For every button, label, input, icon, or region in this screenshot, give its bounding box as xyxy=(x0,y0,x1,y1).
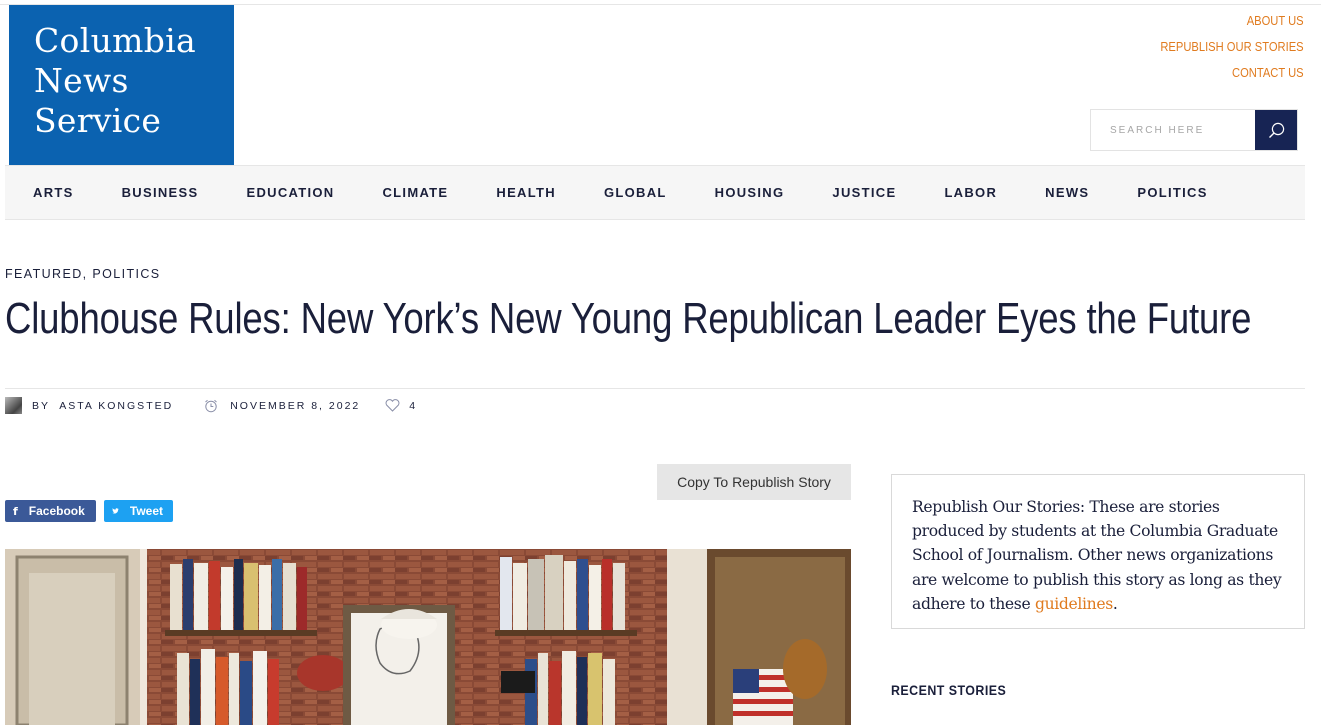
search-button[interactable] xyxy=(1255,110,1297,150)
main-nav: ARTS BUSINESS EDUCATION CLIMATE HEALTH G… xyxy=(5,165,1305,220)
twitter-icon xyxy=(112,508,119,514)
heart-icon xyxy=(385,399,400,412)
nav-item-politics[interactable]: POLITICS xyxy=(1137,185,1207,200)
byline: BY ASTA KONGSTED xyxy=(32,400,173,412)
facebook-label: Facebook xyxy=(28,504,85,518)
nav-item-climate[interactable]: CLIMATE xyxy=(382,185,448,200)
nav-item-business[interactable]: BUSINESS xyxy=(122,185,199,200)
contact-us-link[interactable]: CONTACT US xyxy=(1161,60,1304,86)
likes-counter[interactable]: 4 xyxy=(385,399,417,412)
site-logo[interactable]: Columbia News Service xyxy=(9,5,234,165)
likes-count: 4 xyxy=(409,399,418,412)
republish-our-stories-link[interactable]: REPUBLISH OUR STORIES xyxy=(1161,34,1304,60)
share-buttons: f Facebook Tweet xyxy=(5,500,181,522)
bookshelf-photo xyxy=(5,549,851,725)
logo-line-2: News xyxy=(34,61,129,100)
category-politics[interactable]: POLITICS xyxy=(92,267,160,281)
search-form xyxy=(1090,109,1298,151)
copy-to-republish-button[interactable]: Copy To Republish Story xyxy=(657,464,851,500)
author-avatar[interactable] xyxy=(5,397,22,414)
category-featured[interactable]: FEATURED xyxy=(5,267,83,281)
guidelines-link[interactable]: guidelines xyxy=(1035,595,1113,613)
meta-divider xyxy=(5,388,1305,389)
nav-item-housing[interactable]: HOUSING xyxy=(715,185,785,200)
nav-item-news[interactable]: NEWS xyxy=(1045,185,1089,200)
publish-date: NOVEMBER 8, 2022 xyxy=(204,399,360,413)
article-title: Clubhouse Rules: New York’s New Young Re… xyxy=(5,294,1252,343)
tweet-button[interactable]: Tweet xyxy=(104,500,173,522)
republish-end: . xyxy=(1112,594,1118,613)
utility-links: ABOUT US REPUBLISH OUR STORIES CONTACT U… xyxy=(1137,8,1304,86)
republish-text: Republish Our Stories: These are stories… xyxy=(912,495,1290,616)
nav-item-global[interactable]: GLOBAL xyxy=(604,185,667,200)
facebook-share-button[interactable]: f Facebook xyxy=(5,500,96,522)
category-separator: , xyxy=(82,267,88,281)
search-input[interactable] xyxy=(1091,110,1255,150)
facebook-icon: f xyxy=(13,504,18,518)
nav-item-education[interactable]: EDUCATION xyxy=(246,185,334,200)
tweet-label: Tweet xyxy=(129,504,163,518)
byline-prefix: BY xyxy=(32,399,51,412)
author-link[interactable]: ASTA KONGSTED xyxy=(59,400,173,412)
recent-stories-heading: RECENT STORIES xyxy=(891,683,1007,698)
date-text: NOVEMBER 8, 2022 xyxy=(230,399,361,412)
search-icon xyxy=(1268,122,1284,138)
nav-item-arts[interactable]: ARTS xyxy=(33,185,74,200)
about-us-link[interactable]: ABOUT US xyxy=(1161,8,1304,34)
nav-item-labor[interactable]: LABOR xyxy=(944,185,997,200)
article-meta: BY ASTA KONGSTED NOVEMBER 8, 2022 4 xyxy=(5,397,417,414)
article-categories: FEATURED, POLITICS xyxy=(5,267,161,281)
logo-line-1: Columbia xyxy=(34,21,196,60)
nav-item-health[interactable]: HEALTH xyxy=(496,185,556,200)
republish-notice: Republish Our Stories: These are stories… xyxy=(891,474,1305,629)
nav-item-justice[interactable]: JUSTICE xyxy=(832,185,896,200)
article-photo xyxy=(5,549,851,725)
clock-icon xyxy=(205,399,218,412)
logo-line-3: Service xyxy=(34,101,162,140)
